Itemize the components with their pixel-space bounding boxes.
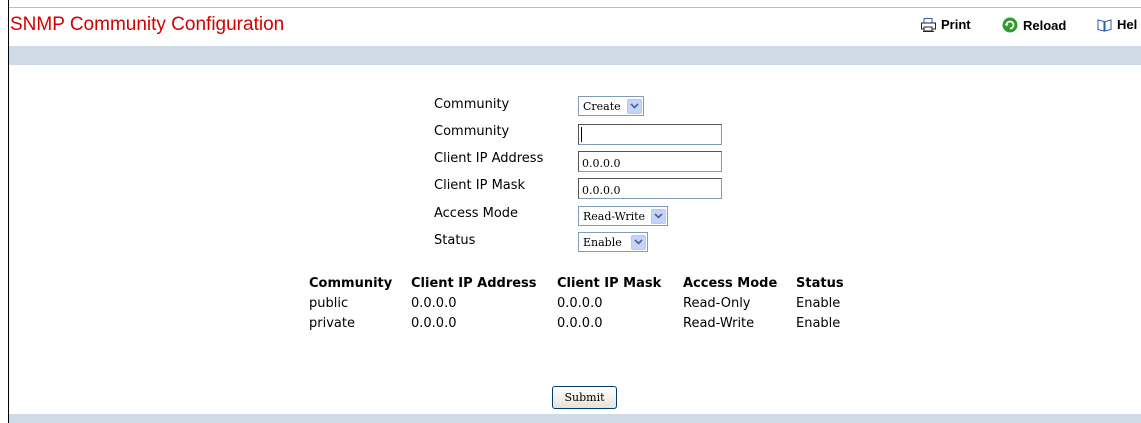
submit-button[interactable]: Submit bbox=[552, 386, 617, 409]
chevron-down-icon bbox=[627, 98, 642, 114]
table-cell-access-mode: Read-Write bbox=[683, 316, 755, 331]
table-cell-community: private bbox=[309, 316, 355, 331]
community-select[interactable]: Create bbox=[578, 96, 644, 116]
table-cell-community: public bbox=[309, 296, 349, 311]
printer-icon bbox=[921, 17, 936, 32]
community-select-value: Create bbox=[583, 99, 621, 113]
table-header-status: Status bbox=[796, 276, 844, 291]
table-cell-client-mask: 0.0.0.0 bbox=[557, 316, 603, 331]
table-cell-status: Enable bbox=[796, 296, 841, 311]
page-title: SNMP Community Configuration bbox=[10, 14, 285, 35]
status-label: Status bbox=[434, 233, 476, 248]
table-cell-client-mask: 0.0.0.0 bbox=[557, 296, 603, 311]
table-cell-client-ip: 0.0.0.0 bbox=[411, 316, 457, 331]
header-band bbox=[9, 46, 1141, 65]
table-cell-client-ip: 0.0.0.0 bbox=[411, 296, 457, 311]
table-header-community: Community bbox=[309, 276, 393, 291]
status-select[interactable]: Enable bbox=[578, 232, 648, 252]
status-select-value: Enable bbox=[583, 235, 622, 249]
community-name-input[interactable] bbox=[578, 124, 722, 145]
table-header-client-mask: Client IP Mask bbox=[557, 276, 662, 291]
footer-band bbox=[9, 414, 1141, 423]
print-button[interactable]: Print bbox=[921, 17, 971, 32]
table-header-access-mode: Access Mode bbox=[683, 276, 778, 291]
text-caret bbox=[581, 127, 582, 142]
client-mask-input[interactable] bbox=[578, 178, 722, 199]
table-cell-access-mode: Read-Only bbox=[683, 296, 751, 311]
client-ip-label: Client IP Address bbox=[434, 151, 544, 166]
access-mode-select[interactable]: Read-Write bbox=[578, 206, 668, 226]
help-label: Hel bbox=[1117, 17, 1138, 32]
book-icon bbox=[1097, 18, 1112, 32]
access-mode-label: Access Mode bbox=[434, 206, 519, 221]
print-label: Print bbox=[941, 17, 971, 32]
chevron-down-icon bbox=[631, 234, 646, 250]
top-divider bbox=[9, 7, 1141, 8]
help-button[interactable]: Hel bbox=[1097, 17, 1137, 32]
access-mode-select-value: Read-Write bbox=[583, 209, 646, 223]
table-header-client-ip: Client IP Address bbox=[411, 276, 537, 291]
table-cell-status: Enable bbox=[796, 316, 841, 331]
reload-label: Reload bbox=[1023, 17, 1067, 33]
reload-button[interactable]: Reload bbox=[1002, 17, 1066, 33]
client-ip-input[interactable] bbox=[578, 151, 722, 172]
client-mask-label: Client IP Mask bbox=[434, 178, 526, 193]
refresh-icon bbox=[1002, 17, 1018, 33]
chevron-down-icon bbox=[651, 208, 666, 224]
community-name-label: Community bbox=[434, 124, 510, 139]
community-select-label: Community bbox=[434, 97, 510, 112]
